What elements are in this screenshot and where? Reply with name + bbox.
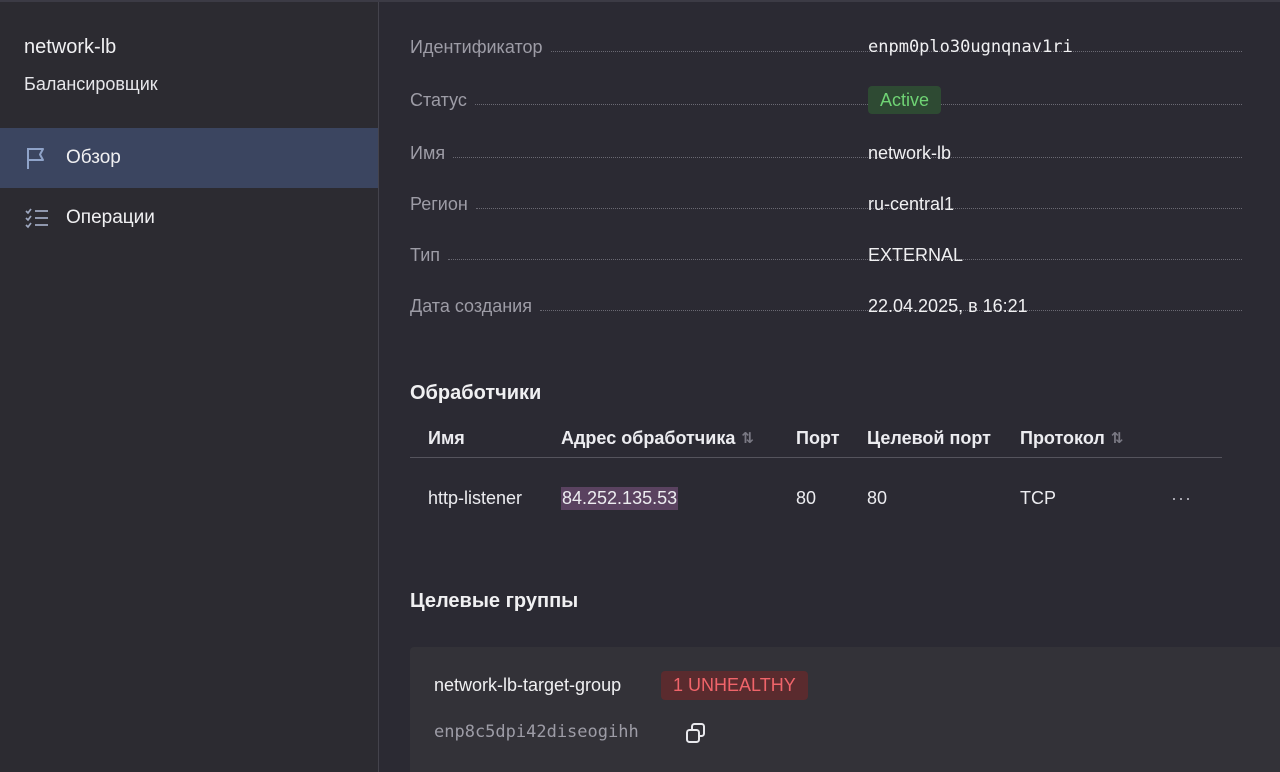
target-group-card: network-lb-target-group 1 UNHEALTHY enp8…	[410, 647, 1280, 772]
property-row-status: Статус Active	[410, 85, 1250, 115]
listener-address-value[interactable]: 84.252.135.53	[561, 486, 679, 510]
listeners-section-title: Обработчики	[410, 382, 542, 404]
sidebar-item-label: Операции	[66, 207, 155, 228]
listener-target-port: 80	[867, 487, 888, 508]
table-row: http-listener 84.252.135.53 80 80 TCP ··…	[410, 478, 1222, 518]
copy-icon[interactable]	[684, 721, 708, 745]
sidebar-item-overview[interactable]: Обзор	[0, 128, 378, 188]
main-content: Идентификатор enpm0plo30ugnqnav1ri Стату…	[380, 2, 1280, 772]
leader-dots	[474, 103, 1242, 105]
leader-dots	[453, 156, 1242, 158]
target-groups-section-title: Целевые группы	[410, 590, 579, 612]
target-group-name: network-lb-target-group	[434, 675, 622, 695]
property-label: Имя	[410, 142, 446, 163]
column-header-label: Протокол	[1020, 427, 1105, 448]
property-label: Регион	[410, 193, 468, 214]
property-value-id: enpm0plo30ugnqnav1ri	[868, 37, 1073, 57]
checklist-icon	[24, 205, 50, 231]
listener-name: http-listener	[428, 487, 523, 508]
property-label: Идентификатор	[410, 36, 543, 57]
more-actions-button[interactable]: ···	[1171, 478, 1192, 518]
listener-protocol: TCP	[1020, 487, 1056, 508]
property-label: Статус	[410, 89, 467, 110]
column-header-label: Адрес обработчика	[561, 427, 736, 448]
sidebar-item-operations[interactable]: Операции	[0, 188, 378, 248]
flag-icon	[24, 145, 50, 171]
sidebar-item-label: Обзор	[66, 147, 121, 168]
property-row-type: Тип EXTERNAL	[410, 240, 1250, 270]
health-status-badge: 1 UNHEALTHY	[661, 671, 808, 700]
target-group-id: enp8c5dpi42diseogihh	[434, 722, 639, 742]
property-value-created: 22.04.2025, в 16:21	[868, 295, 1028, 316]
property-value-status: Active	[868, 85, 942, 114]
resource-type: Балансировщик	[24, 74, 158, 94]
sort-icon[interactable]: ⇅	[1111, 429, 1124, 447]
property-value-region: ru-central1	[868, 193, 955, 214]
property-row-name: Имя network-lb	[410, 138, 1250, 168]
property-label: Дата создания	[410, 295, 532, 316]
leader-dots	[448, 258, 1242, 260]
column-header-name: Имя	[428, 427, 465, 448]
listeners-table-header: Имя Адрес обработчика ⇅ Порт Целевой пор…	[410, 418, 1222, 458]
leader-dots	[475, 207, 1242, 209]
column-header-port: Порт	[796, 427, 840, 448]
property-row-region: Регион ru-central1	[410, 189, 1250, 219]
listener-port: 80	[796, 487, 817, 508]
listener-address[interactable]: 84.252.135.53	[561, 478, 679, 518]
resource-name: network-lb	[24, 36, 117, 58]
column-header-protocol[interactable]: Протокол ⇅	[1020, 418, 1123, 458]
sort-icon[interactable]: ⇅	[741, 429, 754, 447]
property-value-type: EXTERNAL	[868, 244, 964, 265]
property-value-name: network-lb	[868, 142, 952, 163]
column-header-address[interactable]: Адрес обработчика ⇅	[561, 418, 754, 458]
sidebar: network-lb Балансировщик Обзор Операции	[0, 2, 379, 772]
property-row-id: Идентификатор enpm0plo30ugnqnav1ri	[410, 32, 1250, 62]
property-label: Тип	[410, 244, 441, 265]
column-header-target-port: Целевой порт	[867, 427, 991, 448]
status-badge: Active	[868, 85, 942, 114]
property-row-created: Дата создания 22.04.2025, в 16:21	[410, 291, 1250, 321]
